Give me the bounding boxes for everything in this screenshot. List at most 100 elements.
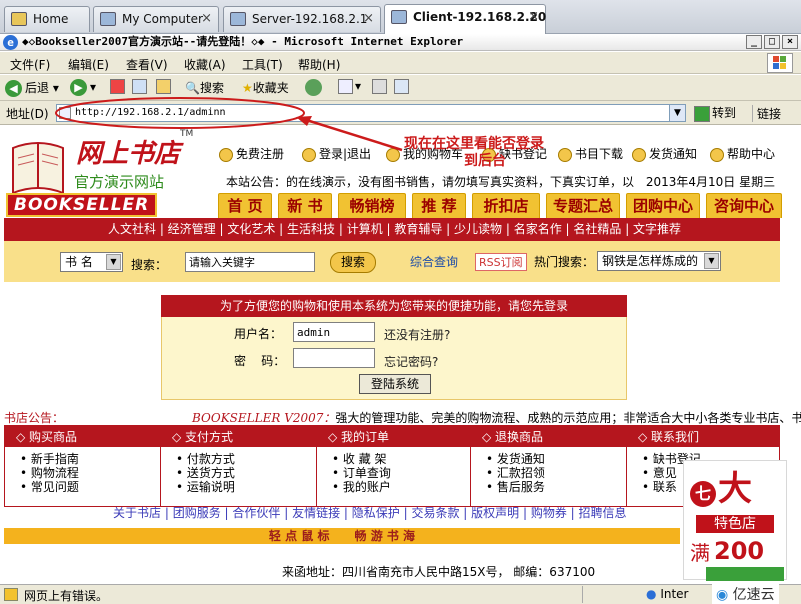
nav-help[interactable]: 帮助中心 <box>710 145 775 162</box>
maximize-button[interactable]: □ <box>764 35 780 49</box>
list-item[interactable]: • 发货通知 <box>486 452 545 466</box>
address-dropdown-button[interactable]: ▼ <box>669 105 685 121</box>
footer-link[interactable]: 友情链接 <box>292 506 340 520</box>
list-item[interactable]: • 运输说明 <box>176 480 235 494</box>
nav-label: 书目下载 <box>575 147 624 161</box>
home-button[interactable] <box>156 79 173 94</box>
hot-search-select[interactable]: 钢铁是怎样炼成的 ▼ <box>597 251 721 271</box>
shipping-icon <box>632 147 646 162</box>
nav-label: 帮助中心 <box>727 147 776 161</box>
tab-home[interactable]: 首 页 <box>218 193 272 218</box>
star-icon: ★ <box>242 81 253 95</box>
menu-edit[interactable]: 编辑(E) <box>68 56 109 73</box>
host-tab-server[interactable]: Server-192.168.2.1 × <box>223 6 381 32</box>
search-button[interactable]: 🔍搜索 <box>185 79 224 96</box>
footer-col-title[interactable]: ◇ 购买商品 <box>16 428 77 445</box>
edit-button[interactable] <box>394 79 411 94</box>
nav-shipping-notice[interactable]: 发货通知 <box>632 145 697 162</box>
footer-col-title[interactable]: ◇ 联系我们 <box>638 428 699 445</box>
address-input[interactable]: http://192.168.2.1/adminn <box>56 104 686 122</box>
footer-link[interactable]: 团购服务 <box>173 506 221 520</box>
tab-recommended[interactable]: 推 荐 <box>412 193 466 218</box>
login-submit-button[interactable]: 登陆系统 <box>359 374 431 394</box>
close-button[interactable]: × <box>782 35 798 49</box>
search-input[interactable] <box>185 252 315 272</box>
go-label: 转到 <box>712 106 737 120</box>
tab-topics[interactable]: 专题汇总 <box>546 193 620 218</box>
site-logo[interactable]: 网上书店 TM 官方演示网站 BOOKSELLER <box>4 127 200 217</box>
zone-text: Inter <box>660 587 689 601</box>
list-item[interactable]: • 购物流程 <box>20 466 79 480</box>
list-item[interactable]: • 常见问题 <box>20 480 79 494</box>
list-item[interactable]: • 收 藏 架 <box>332 452 391 466</box>
footer-link[interactable]: 交易条款 <box>411 506 459 520</box>
select-value: 钢铁是怎样炼成的 <box>602 254 699 268</box>
category-bar[interactable]: 人文社科 | 经济管理 | 文化艺术 | 生活科技 | 计算机 | 教育辅导 |… <box>4 218 780 241</box>
search-field-select[interactable]: 书 名 ▼ <box>60 252 123 272</box>
username-input[interactable] <box>293 322 375 342</box>
stop-button[interactable] <box>110 79 127 94</box>
menu-file[interactable]: 文件(F) <box>10 56 50 73</box>
footer-link[interactable]: 购物券 <box>531 506 567 520</box>
tab-consulting[interactable]: 咨询中心 <box>706 193 782 218</box>
list-item[interactable]: • 我的账户 <box>332 480 391 494</box>
links-button[interactable]: 链接 <box>752 105 781 122</box>
nav-catalog-download[interactable]: 书目下载 <box>558 145 623 162</box>
menu-tools[interactable]: 工具(T) <box>242 56 283 73</box>
footer-link[interactable]: 合作伙伴 <box>232 506 280 520</box>
footer-col-list: • 收 藏 架 • 订单查询 • 我的账户 <box>332 452 391 494</box>
footer-col-title[interactable]: ◇ 支付方式 <box>172 428 233 445</box>
refresh-button[interactable] <box>132 79 149 94</box>
rss-button[interactable]: RSS订阅 <box>475 253 527 271</box>
password-input[interactable] <box>293 348 375 368</box>
list-item[interactable]: • 售后服务 <box>486 480 545 494</box>
footer-col-title[interactable]: ◇ 我的订单 <box>328 428 389 445</box>
list-item[interactable]: • 付款方式 <box>176 452 235 466</box>
column-divider <box>470 425 471 507</box>
nav-register[interactable]: 免费注册 <box>219 145 284 162</box>
warning-icon[interactable] <box>4 588 18 601</box>
address-label: 地址(D) <box>6 107 49 121</box>
list-item[interactable]: • 送货方式 <box>176 466 235 480</box>
list-item[interactable]: • 新手指南 <box>20 452 79 466</box>
list-item[interactable]: • 订单查询 <box>332 466 391 480</box>
nav-label: 免费注册 <box>236 147 285 161</box>
host-tab-my-computer[interactable]: My Computer × <box>93 6 219 32</box>
tab-group-buy[interactable]: 团购中心 <box>626 193 700 218</box>
item-label: 送货方式 <box>186 466 235 480</box>
tab-new-books[interactable]: 新 书 <box>278 193 332 218</box>
forward-button[interactable]: ▶ ▾ <box>70 79 96 96</box>
go-button[interactable]: 转到 <box>694 104 736 122</box>
nav-login-logout[interactable]: 登录|退出 <box>302 145 371 162</box>
menu-view[interactable]: 查看(V) <box>126 56 168 73</box>
back-label: 后退 <box>25 81 50 95</box>
host-tab-home[interactable]: Home <box>4 6 90 32</box>
list-item[interactable]: • 汇款招领 <box>486 466 545 480</box>
search-icon: 🔍 <box>185 81 200 95</box>
favorites-button[interactable]: ★收藏夹 <box>242 79 289 96</box>
search-button[interactable]: 搜索 <box>330 252 376 273</box>
tab-bestsellers[interactable]: 畅销榜 <box>338 193 406 218</box>
advanced-search-link[interactable]: 综合查询 <box>410 253 458 270</box>
host-tab-client[interactable]: Client-192.168.2.20 × <box>384 4 546 34</box>
register-icon <box>219 147 233 162</box>
print-button[interactable] <box>372 79 389 94</box>
footer-link[interactable]: 版权声明 <box>471 506 519 520</box>
close-icon[interactable]: × <box>528 5 539 29</box>
tab-discount[interactable]: 折扣店 <box>472 193 540 218</box>
footer-link[interactable]: 隐私保护 <box>352 506 400 520</box>
close-icon[interactable]: × <box>201 7 212 31</box>
footer-col-title[interactable]: ◇ 退换商品 <box>482 428 543 445</box>
register-link[interactable]: 还没有注册? <box>384 326 450 343</box>
minimize-button[interactable]: _ <box>746 35 762 49</box>
menu-favorites[interactable]: 收藏(A) <box>184 56 226 73</box>
mail-button[interactable]: ▾ <box>338 79 361 94</box>
floating-ad[interactable]: 七 大 特色店 满 200 <box>683 460 787 581</box>
back-button[interactable]: ◀ 后退 ▾ <box>5 79 59 97</box>
footer-link[interactable]: 关于书店 <box>113 506 161 520</box>
media-button[interactable] <box>305 79 325 96</box>
close-icon[interactable]: × <box>363 7 374 31</box>
footer-link[interactable]: 招聘信息 <box>579 506 627 520</box>
forgot-password-link[interactable]: 忘记密码? <box>384 353 438 370</box>
menu-help[interactable]: 帮助(H) <box>298 56 340 73</box>
